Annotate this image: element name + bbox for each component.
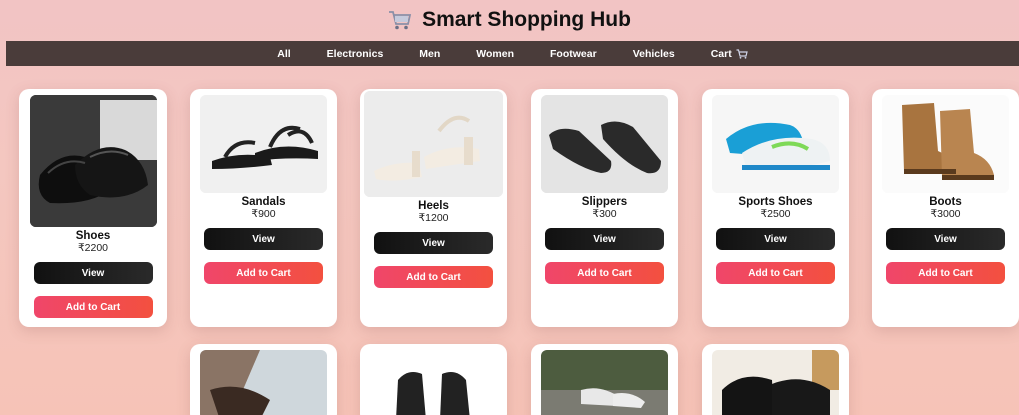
nav-item-men[interactable]: Men (419, 48, 440, 60)
nav-item-electronics[interactable]: Electronics (327, 48, 384, 60)
product-price: ₹2500 (760, 208, 791, 220)
nav-item-footwear[interactable]: Footwear (550, 48, 597, 60)
page-header: Smart Shopping Hub (0, 0, 1019, 40)
view-button[interactable]: View (374, 232, 493, 254)
product-card-slippers: Slippers ₹300 View Add to Cart (531, 89, 678, 327)
nav-item-vehicles[interactable]: Vehicles (633, 48, 675, 60)
product-name: Heels (418, 200, 449, 212)
cart-icon (736, 48, 748, 59)
product-name: Boots (929, 196, 962, 208)
add-to-cart-button[interactable]: Add to Cart (374, 266, 493, 288)
white-heels-image (364, 91, 503, 197)
product-card-row2-3 (531, 344, 678, 415)
shopping-cart-icon (389, 11, 412, 30)
product-card-row2-1 (190, 344, 337, 415)
view-button[interactable]: View (716, 228, 835, 250)
product-image-slippers[interactable] (541, 95, 668, 193)
black-flip-flops-image (541, 95, 668, 193)
leather-shoes-image (712, 350, 839, 415)
page-title: Smart Shopping Hub (422, 8, 631, 31)
product-name: Shoes (75, 230, 111, 242)
view-button[interactable]: View (545, 228, 664, 250)
loafers-image (200, 350, 327, 415)
product-image-sports-shoes[interactable] (712, 95, 839, 193)
black-formal-shoes-image (29, 95, 157, 227)
nav-item-all[interactable]: All (277, 48, 290, 60)
category-nav: All Electronics Men Women Footwear Vehic… (6, 41, 1019, 66)
product-card-row2-4 (702, 344, 849, 415)
product-image-flip-flops[interactable] (370, 350, 497, 415)
sneakers-image (541, 350, 668, 415)
product-price: ₹3000 (930, 208, 961, 220)
product-name: Sandals (241, 196, 286, 208)
product-price: ₹900 (251, 208, 276, 220)
product-card-row2-2 (360, 344, 507, 415)
product-image-loafers[interactable] (200, 350, 327, 415)
view-button[interactable]: View (886, 228, 1005, 250)
product-name: Slippers (581, 196, 628, 208)
product-price: ₹1200 (418, 212, 449, 224)
add-to-cart-button[interactable]: Add to Cart (716, 262, 835, 284)
nav-cart-label: Cart (710, 47, 732, 60)
product-card-shoes: Shoes ₹2200 View Add to Cart (19, 89, 167, 327)
product-image-leather-shoes[interactable] (712, 350, 839, 415)
product-name: Sports Shoes (738, 196, 813, 208)
product-image-sneakers[interactable] (541, 350, 668, 415)
product-price: ₹300 (592, 208, 617, 220)
add-to-cart-button[interactable]: Add to Cart (886, 262, 1005, 284)
product-image-boots[interactable] (882, 95, 1009, 193)
brown-boots-image (882, 95, 1009, 193)
black-sandals-image (200, 95, 327, 193)
product-image-heels[interactable] (364, 91, 503, 197)
product-image-sandals[interactable] (200, 95, 327, 193)
nav-item-women[interactable]: Women (476, 48, 514, 60)
product-card-heels: Heels ₹1200 View Add to Cart (360, 89, 507, 327)
add-to-cart-button[interactable]: Add to Cart (33, 296, 153, 318)
add-to-cart-button[interactable]: Add to Cart (204, 262, 323, 284)
nav-item-cart[interactable]: Cart (711, 48, 748, 60)
sports-shoes-image (712, 95, 839, 193)
flip-flops-image (370, 350, 497, 415)
product-image-shoes[interactable] (29, 95, 157, 227)
product-card-boots: Boots ₹3000 View Add to Cart (872, 89, 1019, 327)
view-button[interactable]: View (33, 262, 153, 284)
product-card-sports-shoes: Sports Shoes ₹2500 View Add to Cart (702, 89, 849, 327)
view-button[interactable]: View (204, 228, 323, 250)
product-card-sandals: Sandals ₹900 View Add to Cart (190, 89, 337, 327)
add-to-cart-button[interactable]: Add to Cart (545, 262, 664, 284)
product-price: ₹2200 (77, 242, 109, 254)
